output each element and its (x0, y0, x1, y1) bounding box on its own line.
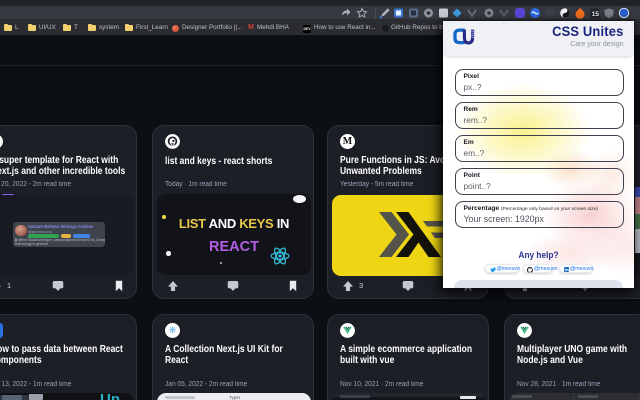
svg-text:15: 15 (592, 11, 600, 18)
